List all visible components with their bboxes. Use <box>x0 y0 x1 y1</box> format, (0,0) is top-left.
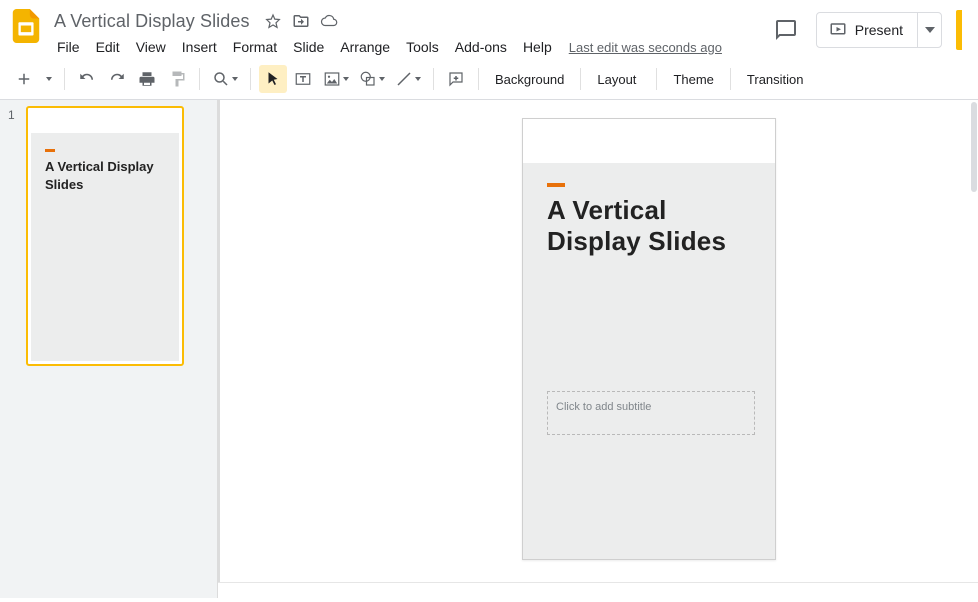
toolbar-separator <box>580 68 581 90</box>
toolbar-separator <box>656 68 657 90</box>
transition-button[interactable]: Transition <box>739 65 812 93</box>
slides-logo-icon[interactable] <box>6 6 46 46</box>
comments-icon[interactable] <box>768 12 804 48</box>
toolbar-separator <box>250 68 251 90</box>
thumb-title: A Vertical Display Slides <box>31 158 179 193</box>
scrollbar-thumb[interactable] <box>971 102 977 192</box>
toolbar-separator <box>478 68 479 90</box>
slide[interactable]: A Vertical Display Slides Click to add s… <box>522 118 776 560</box>
textbox-button[interactable] <box>289 65 317 93</box>
print-button[interactable] <box>133 65 161 93</box>
accent-bar-icon <box>45 149 55 152</box>
app-header: A Vertical Display Slides File Edit View… <box>0 0 978 59</box>
star-icon[interactable] <box>264 12 282 30</box>
theme-button[interactable]: Theme <box>665 65 721 93</box>
toolbar-separator <box>730 68 731 90</box>
present-label: Present <box>855 22 903 38</box>
toolbar-separator <box>199 68 200 90</box>
select-tool-button[interactable] <box>259 65 287 93</box>
undo-button[interactable] <box>73 65 101 93</box>
share-button[interactable] <box>956 10 962 50</box>
move-icon[interactable] <box>292 12 310 30</box>
filmstrip[interactable]: 1 A Vertical Display Slides <box>0 100 218 598</box>
present-dropdown-icon[interactable] <box>917 13 941 47</box>
menu-format[interactable]: Format <box>226 35 284 59</box>
menu-view[interactable]: View <box>129 35 173 59</box>
menu-edit[interactable]: Edit <box>89 35 127 59</box>
menu-tools[interactable]: Tools <box>399 35 446 59</box>
menu-slide[interactable]: Slide <box>286 35 331 59</box>
zoom-button[interactable] <box>208 65 242 93</box>
menu-insert[interactable]: Insert <box>175 35 224 59</box>
background-button[interactable]: Background <box>487 65 572 93</box>
paint-format-button[interactable] <box>163 65 191 93</box>
toolbar-separator <box>433 68 434 90</box>
layout-button[interactable]: Layout <box>589 65 648 93</box>
comment-button[interactable] <box>442 65 470 93</box>
menu-addons[interactable]: Add-ons <box>448 35 514 59</box>
accent-bar-icon <box>547 183 565 187</box>
slide-title[interactable]: A Vertical Display Slides <box>523 195 775 256</box>
menu-help[interactable]: Help <box>516 35 559 59</box>
line-button[interactable] <box>391 65 425 93</box>
menu-arrange[interactable]: Arrange <box>333 35 397 59</box>
subtitle-placeholder-text: Click to add subtitle <box>556 401 651 413</box>
new-slide-dropdown-icon[interactable] <box>40 65 56 93</box>
last-edit-link[interactable]: Last edit was seconds ago <box>561 36 730 59</box>
new-slide-button[interactable] <box>10 65 38 93</box>
slide-canvas[interactable]: A Vertical Display Slides Click to add s… <box>218 100 978 598</box>
slide-number: 1 <box>8 108 15 122</box>
cloud-status-icon[interactable] <box>320 12 338 30</box>
document-title[interactable]: A Vertical Display Slides <box>50 9 254 33</box>
speaker-notes-bar[interactable] <box>218 582 978 598</box>
layout-label: Layout <box>597 72 636 87</box>
shape-button[interactable] <box>355 65 389 93</box>
subtitle-placeholder[interactable]: Click to add subtitle <box>547 391 755 435</box>
workspace: 1 A Vertical Display Slides A Vertical D… <box>0 100 978 598</box>
slide-thumb-1[interactable]: 1 A Vertical Display Slides <box>0 100 217 376</box>
image-button[interactable] <box>319 65 353 93</box>
menu-file[interactable]: File <box>50 35 87 59</box>
vertical-scrollbar[interactable] <box>970 100 978 582</box>
toolbar: Background Layout Theme Transition <box>0 59 978 100</box>
menu-bar: File Edit View Insert Format Slide Arran… <box>50 35 730 59</box>
toolbar-separator <box>64 68 65 90</box>
redo-button[interactable] <box>103 65 131 93</box>
present-button[interactable]: Present <box>817 13 917 47</box>
present-button-group: Present <box>816 12 942 48</box>
